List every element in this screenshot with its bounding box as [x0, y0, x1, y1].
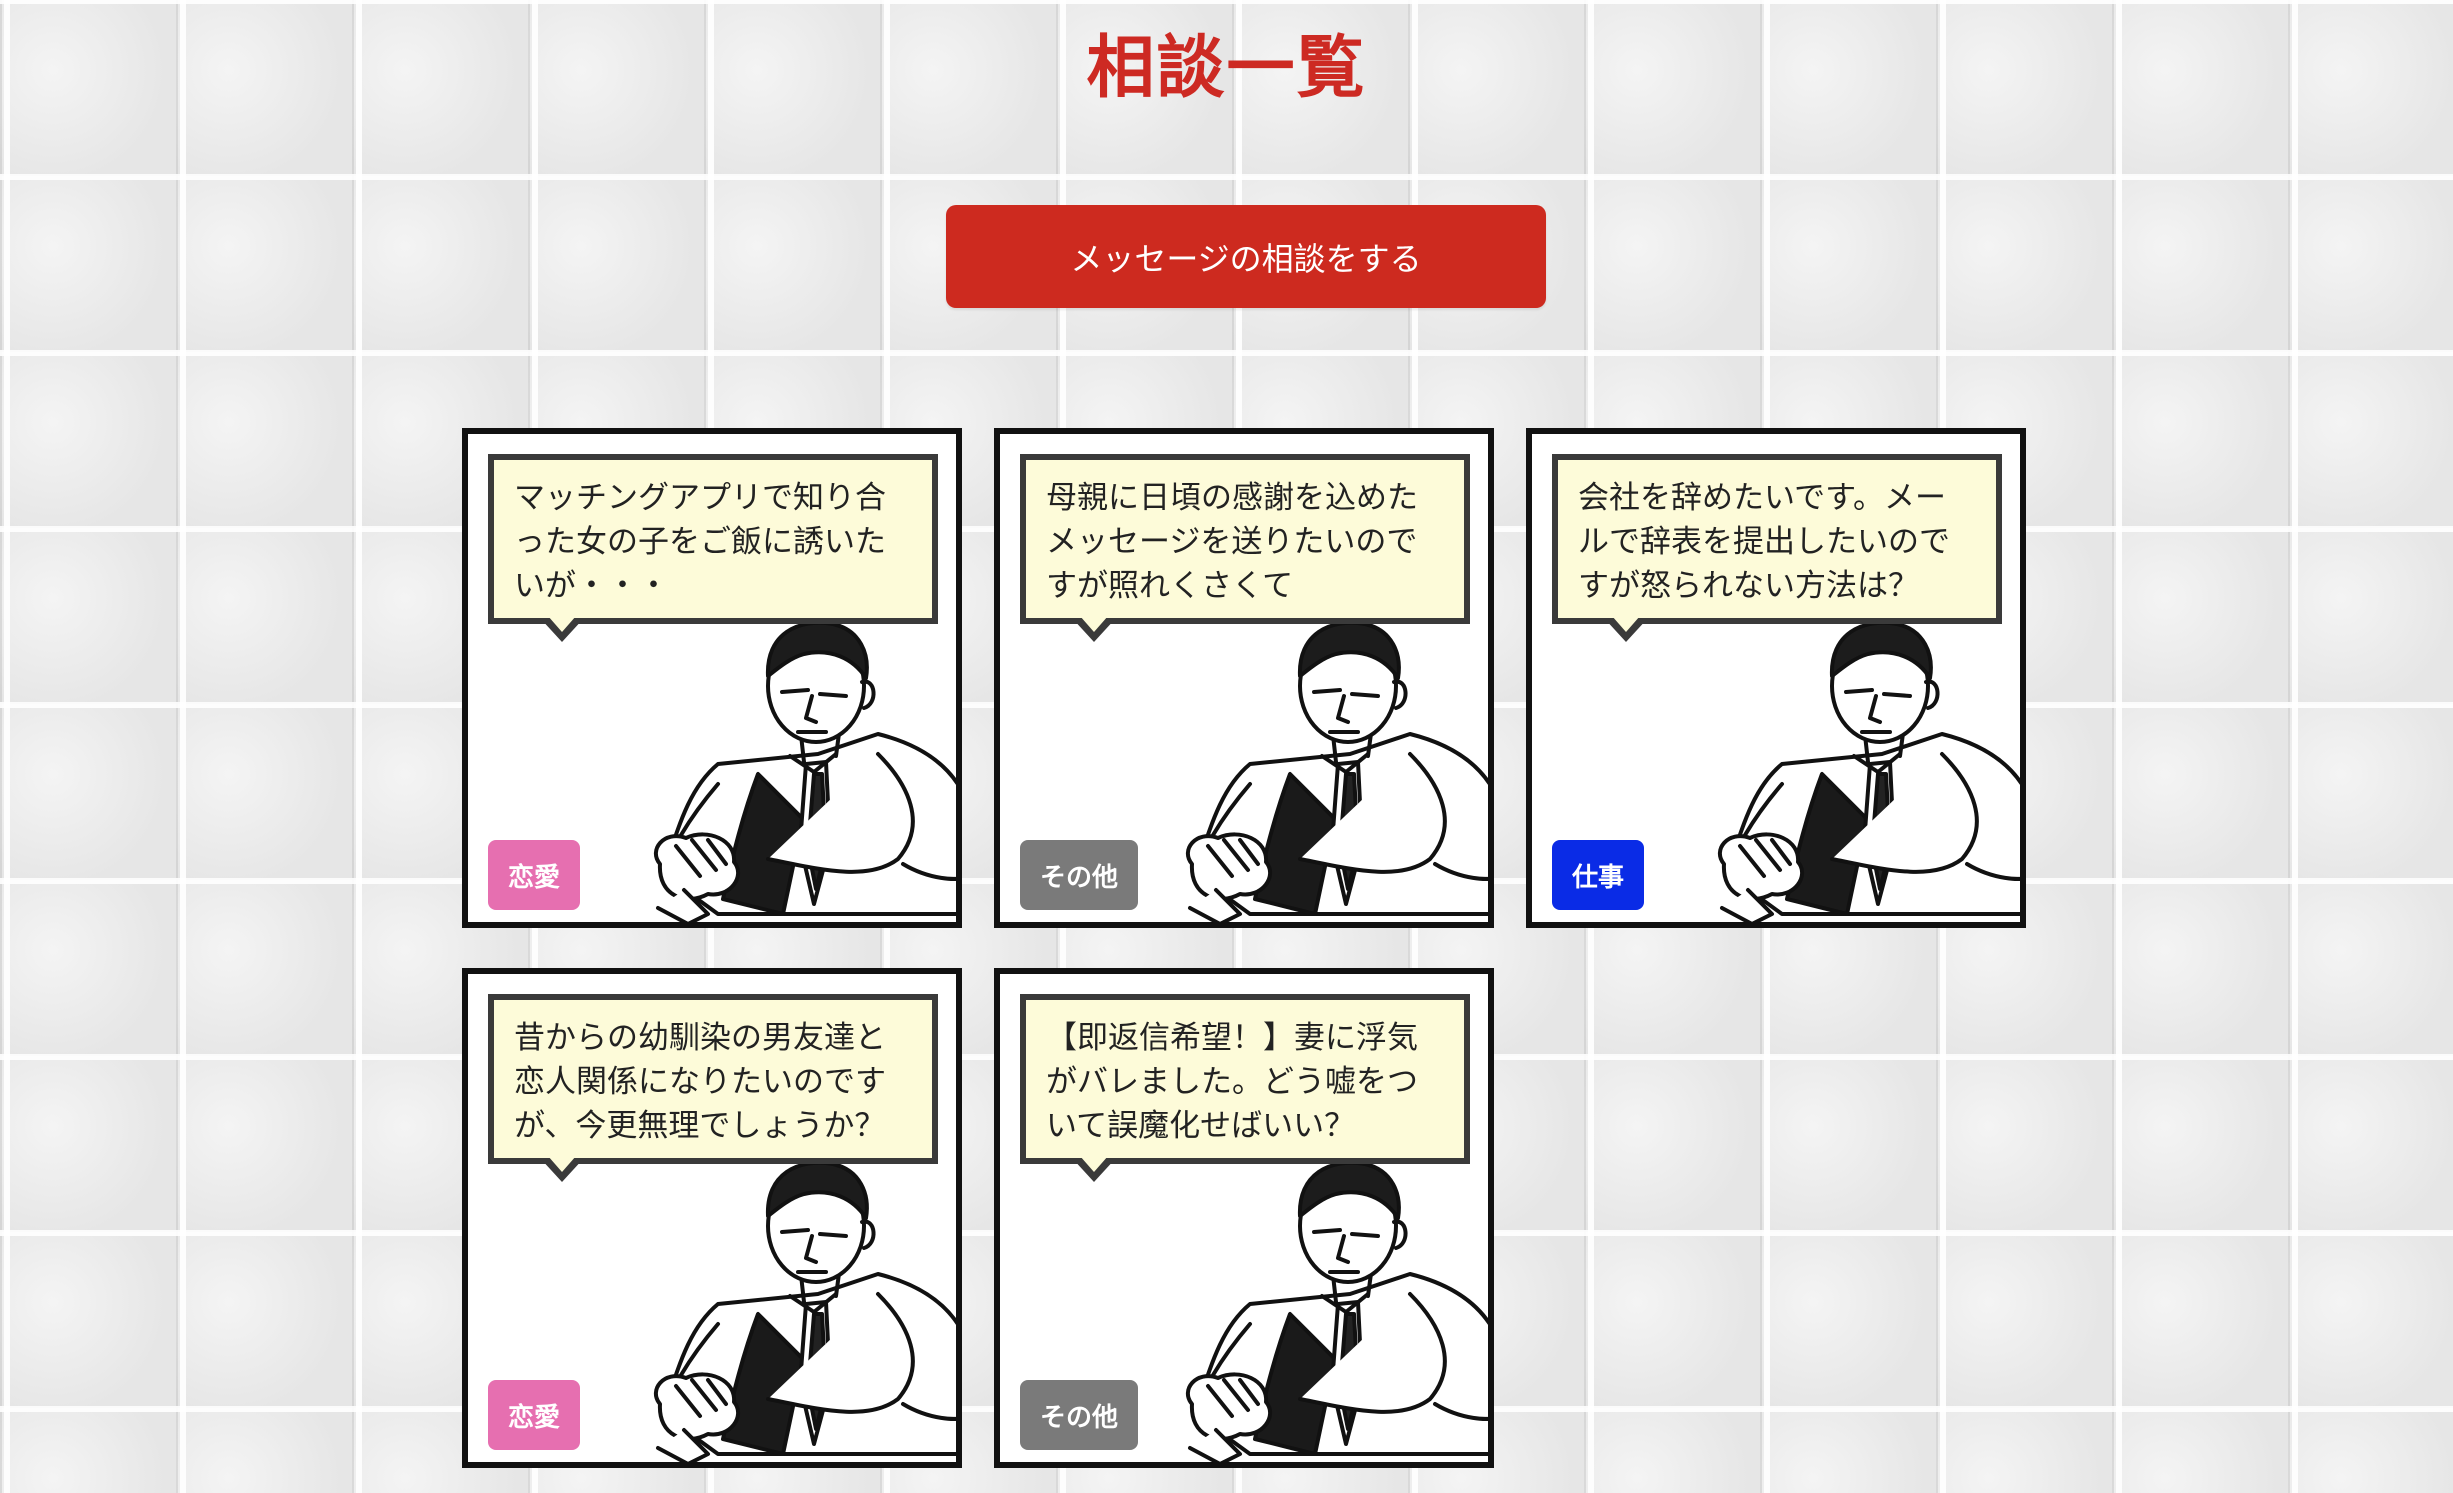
consultation-grid: マッチングアプリで知り合った女の子をご飯に誘いたいが・・・ 恋愛 母親に日頃の感…	[462, 428, 2032, 1468]
category-badge-other: その他	[1020, 840, 1139, 910]
praying-man-illustration	[1717, 620, 2020, 922]
speech-bubble-tail	[1072, 1156, 1116, 1182]
speech-bubble-tail	[1072, 616, 1116, 642]
new-consultation-button[interactable]: メッセージの相談をする	[946, 205, 1546, 308]
question-text: 【即返信希望！】妻に浮気がバレました。どう嘘をついて誤魔化せばいい？	[1020, 994, 1470, 1164]
consultation-card[interactable]: 昔からの幼馴染の男友達と恋人関係になりたいのですが、今更無理でしょうか？ 恋愛	[462, 968, 962, 1468]
question-text: 昔からの幼馴染の男友達と恋人関係になりたいのですが、今更無理でしょうか？	[488, 994, 938, 1164]
consultation-card[interactable]: 会社を辞めたいです。メールで辞表を提出したいのですが怒られない方法は？ 仕事	[1526, 428, 2026, 928]
consultation-card[interactable]: 母親に日頃の感謝を込めたメッセージを送りたいのですが照れくさくて その他	[994, 428, 1494, 928]
praying-man-illustration	[1185, 620, 1488, 922]
consultation-card[interactable]: マッチングアプリで知り合った女の子をご飯に誘いたいが・・・ 恋愛	[462, 428, 962, 928]
speech-bubble-tail	[540, 616, 584, 642]
page-title: 相談一覧	[1086, 29, 1367, 108]
speech-bubble-tail	[540, 1156, 584, 1182]
category-badge-other: その他	[1020, 1380, 1139, 1450]
praying-man-illustration	[1185, 1160, 1488, 1462]
category-badge-love: 恋愛	[488, 1380, 581, 1450]
consultation-card[interactable]: 【即返信希望！】妻に浮気がバレました。どう嘘をついて誤魔化せばいい？ その他	[994, 968, 1494, 1468]
category-badge-work: 仕事	[1552, 840, 1645, 910]
question-text: マッチングアプリで知り合った女の子をご飯に誘いたいが・・・	[488, 454, 938, 624]
speech-bubble-tail	[1604, 616, 1648, 642]
category-badge-love: 恋愛	[488, 840, 581, 910]
question-text: 母親に日頃の感謝を込めたメッセージを送りたいのですが照れくさくて	[1020, 454, 1470, 624]
praying-man-illustration	[653, 1160, 956, 1462]
praying-man-illustration	[653, 620, 956, 922]
question-text: 会社を辞めたいです。メールで辞表を提出したいのですが怒られない方法は？	[1552, 454, 2002, 624]
